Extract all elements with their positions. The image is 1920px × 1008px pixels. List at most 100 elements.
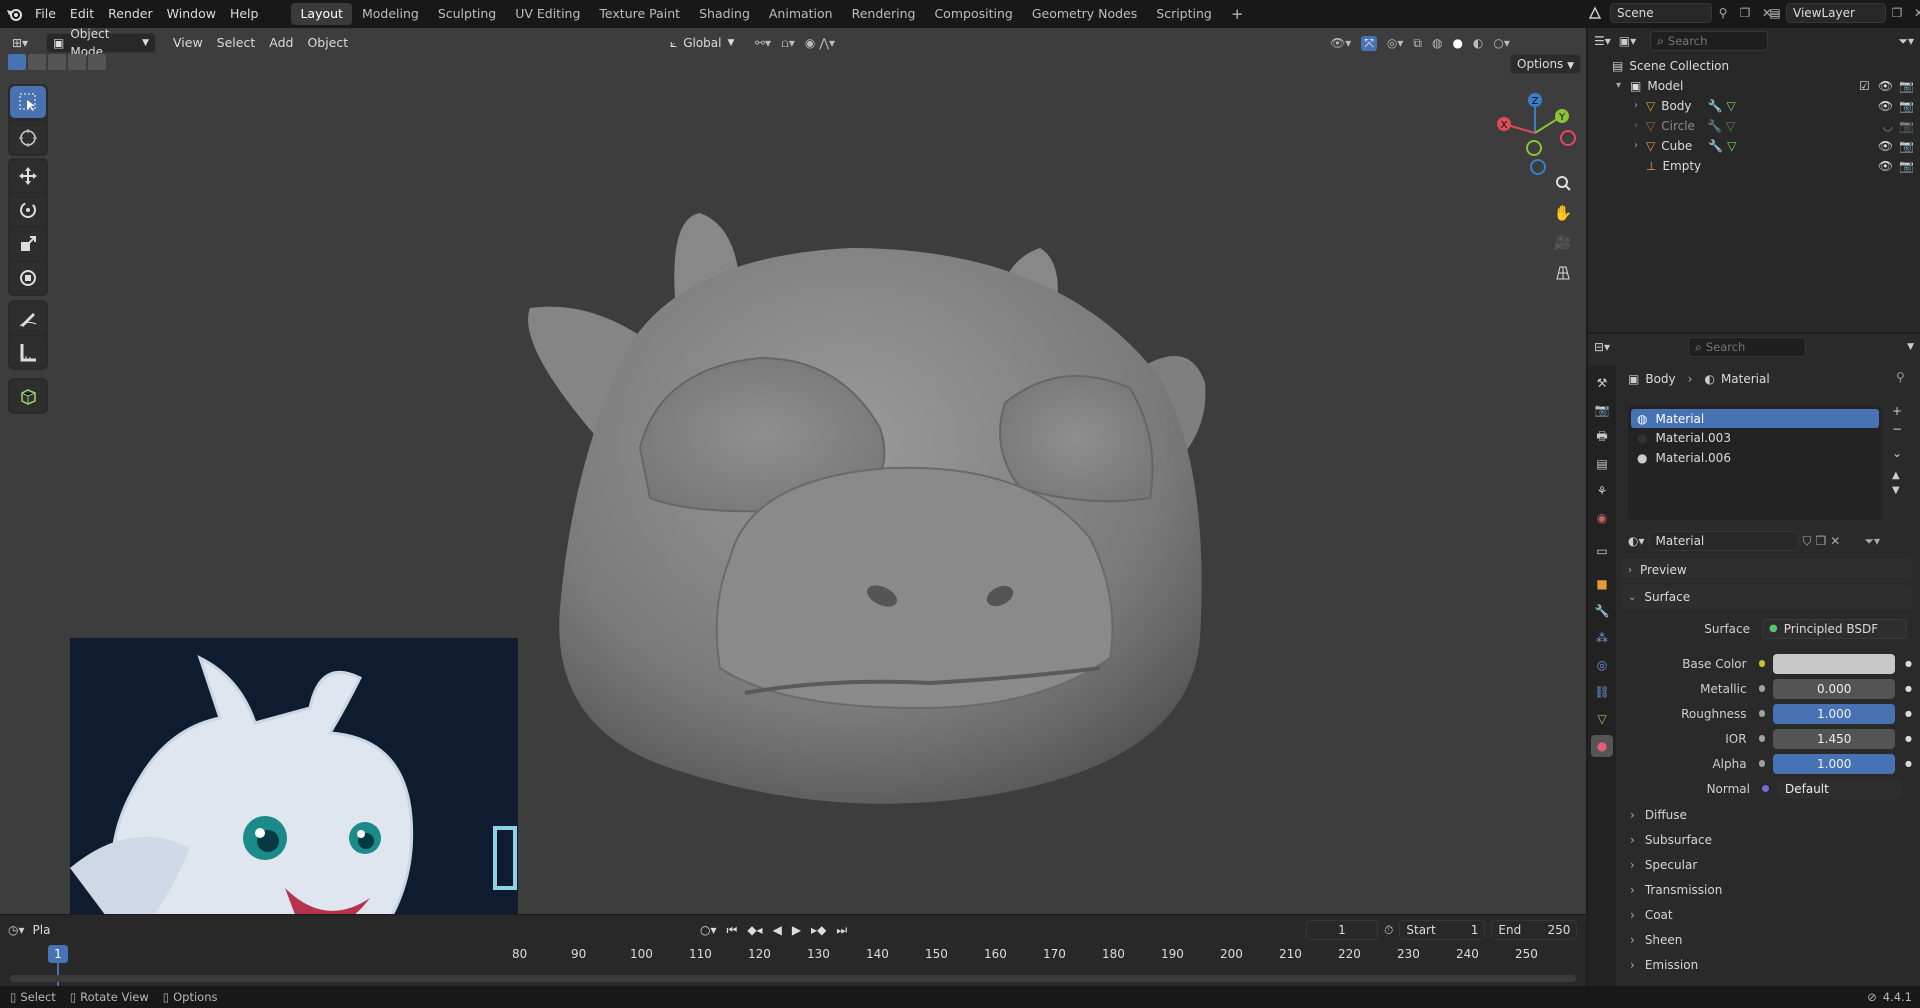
dragon-head-model[interactable] (500, 208, 1240, 828)
material-slot[interactable]: ● Material.006 (1631, 448, 1879, 468)
move-down-icon[interactable]: ▼ (1892, 485, 1902, 496)
rotate-tool[interactable] (10, 194, 46, 226)
subpanel-specular[interactable]: › Specular (1630, 853, 1912, 878)
playback-menu[interactable]: Pla (33, 923, 51, 937)
material-name-field[interactable]: Material (1648, 531, 1799, 551)
material-slots-list[interactable]: ◍ Material ● Material.003 ● Material.006 (1628, 406, 1882, 520)
expand-chevron-icon[interactable]: › (1634, 136, 1646, 156)
material-shading-icon[interactable]: ◐ (1473, 36, 1483, 50)
view-layer-field[interactable]: ViewLayer (1786, 3, 1886, 23)
material-slot[interactable]: ● Material.003 (1631, 428, 1879, 448)
render-tab-icon[interactable]: 📷 (1591, 399, 1613, 421)
filter-icon[interactable]: ⏷▾ (1898, 34, 1914, 49)
subpanel-transmission[interactable]: › Transmission (1630, 878, 1912, 903)
scene-collection-row[interactable]: ▤ Scene Collection (1588, 56, 1920, 76)
viewport-menu-select[interactable]: Select (210, 29, 263, 57)
menu-file[interactable]: File (28, 0, 63, 28)
measure-tool[interactable] (10, 336, 46, 368)
next-keyframe-icon[interactable]: ▸◆ (811, 923, 826, 937)
xray-icon[interactable]: ⧉ (1413, 36, 1422, 51)
select-box-tool[interactable] (10, 86, 46, 118)
modifier-tab-icon[interactable]: 🔧 (1591, 600, 1613, 622)
playhead[interactable]: 1 (48, 945, 68, 963)
browse-material-icon[interactable]: ◐▾ (1628, 534, 1645, 548)
tab-modeling[interactable]: Modeling (353, 3, 428, 25)
vector-socket-icon[interactable] (1762, 785, 1769, 792)
outliner-item-body[interactable]: › ▽ Body 🔧 ▽ 👁 📷 (1588, 96, 1920, 116)
menu-window[interactable]: Window (160, 0, 223, 28)
prev-keyframe-icon[interactable]: ◆◂ (747, 923, 762, 937)
menu-edit[interactable]: Edit (63, 0, 101, 28)
ior-field[interactable]: 1.450 (1773, 728, 1896, 749)
alpha-field[interactable]: 1.000 (1773, 753, 1896, 774)
end-frame-field[interactable]: End 250 (1491, 920, 1578, 940)
keyframe-dot-icon[interactable]: ● (1905, 734, 1912, 743)
subpanel-emission[interactable]: › Emission (1630, 953, 1912, 978)
tab-layout[interactable]: Layout (291, 3, 352, 25)
constraints-tab-icon[interactable]: ⛓ (1591, 681, 1613, 703)
tab-texture-paint[interactable]: Texture Paint (590, 3, 689, 25)
editor-type-icon[interactable]: ⊞▾ (0, 36, 40, 50)
timeline[interactable]: ◷▾ Pla ○▾ ⏮ ◆◂ ◀ ▶ ▸◆ ⏭ 1 ⏱ Start 1 End … (0, 914, 1586, 987)
value-socket-icon[interactable] (1758, 735, 1766, 742)
value-socket-icon[interactable] (1758, 685, 1766, 692)
viewport-menu-view[interactable]: View (166, 29, 210, 57)
camera-icon[interactable]: 📷 (1899, 136, 1914, 156)
play-reverse-icon[interactable]: ◀ (773, 923, 782, 937)
world-tab-icon[interactable]: ◉ (1591, 507, 1613, 529)
3d-viewport[interactable]: ⊞▾ ▣ Object Mode ▼ View Select Add Objec… (0, 27, 1586, 968)
keyframe-dot-icon[interactable]: ● (1905, 684, 1912, 693)
blender-logo-icon[interactable] (0, 6, 28, 22)
preview-panel-header[interactable]: › Preview (1622, 558, 1912, 582)
navigation-gizmo[interactable]: Z Y X (1490, 88, 1580, 178)
checkbox-icon[interactable]: ☑ (1859, 76, 1870, 96)
metallic-field[interactable]: 0.000 (1773, 678, 1896, 699)
snap-icon[interactable]: ⩍▾ (781, 36, 795, 51)
tab-uv-editing[interactable]: UV Editing (506, 3, 589, 25)
eye-icon[interactable]: 👁 (1878, 136, 1893, 156)
camera-view-icon[interactable]: 🎥 (1550, 230, 1576, 256)
subpanel-coat[interactable]: › Coat (1630, 903, 1912, 928)
object-tab-icon[interactable]: ■ (1591, 573, 1613, 595)
tab-shading[interactable]: Shading (690, 3, 759, 25)
select-subtract-icon[interactable] (48, 54, 66, 70)
scale-tool[interactable] (10, 228, 46, 260)
menu-help[interactable]: Help (223, 0, 266, 28)
normal-field[interactable]: Default (1777, 778, 1902, 799)
tool-tab-icon[interactable]: ⚒ (1591, 372, 1613, 394)
jump-end-icon[interactable]: ⏭ (836, 923, 847, 938)
tab-animation[interactable]: Animation (760, 3, 842, 25)
gizmo-icon[interactable]: ⤧ (1361, 35, 1377, 51)
tab-sculpting[interactable]: Sculpting (429, 3, 505, 25)
cursor-tool[interactable] (10, 122, 46, 154)
material-slot[interactable]: ◍ Material (1631, 409, 1879, 428)
viewport-menu-add[interactable]: Add (262, 29, 300, 57)
auto-keying-icon[interactable]: ○▾ (700, 923, 717, 937)
collection-tab-icon[interactable]: ▭ (1591, 540, 1613, 562)
timeline-scrollbar[interactable] (10, 975, 1576, 982)
tab-scripting[interactable]: Scripting (1147, 3, 1221, 25)
expand-chevron-icon[interactable]: › (1634, 116, 1646, 136)
tab-compositing[interactable]: Compositing (925, 3, 1021, 25)
delete-view-layer-icon[interactable]: ✕ (1908, 6, 1920, 20)
move-tool[interactable] (10, 160, 46, 192)
select-intersect-icon[interactable] (88, 54, 106, 70)
camera-icon[interactable]: 📷 (1899, 96, 1914, 116)
menu-render[interactable]: Render (101, 0, 160, 28)
properties-editor-icon[interactable]: ⊟▾ (1594, 340, 1610, 354)
outliner-item-cube[interactable]: › ▽ Cube 🔧 ▽ 👁 📷 (1588, 136, 1920, 156)
outliner-item-model[interactable]: ▾ ▣ Model ☑ 👁 📷 (1588, 76, 1920, 96)
scene-tab-icon[interactable]: ⚘ (1591, 480, 1613, 502)
overlay-icon[interactable]: ◎▾ (1387, 36, 1404, 50)
stopwatch-icon[interactable]: ⏱ (1384, 923, 1393, 938)
transform-tool[interactable] (10, 262, 46, 294)
view-layer-tab-icon[interactable]: ▤ (1591, 453, 1613, 475)
frame-ruler[interactable]: 1 80 90 100 110 120 130 140 150 160 170 … (0, 945, 1586, 987)
outliner-item-empty[interactable]: ⊥ Empty 👁 📷 (1588, 156, 1920, 176)
perspective-grid-icon[interactable] (1550, 260, 1576, 286)
current-frame-field[interactable]: 1 (1306, 920, 1378, 940)
select-new-icon[interactable] (8, 54, 26, 70)
output-tab-icon[interactable]: 🖶 (1591, 426, 1613, 448)
roughness-field[interactable]: 1.000 (1773, 703, 1896, 724)
expand-chevron-icon[interactable]: › (1634, 96, 1646, 116)
